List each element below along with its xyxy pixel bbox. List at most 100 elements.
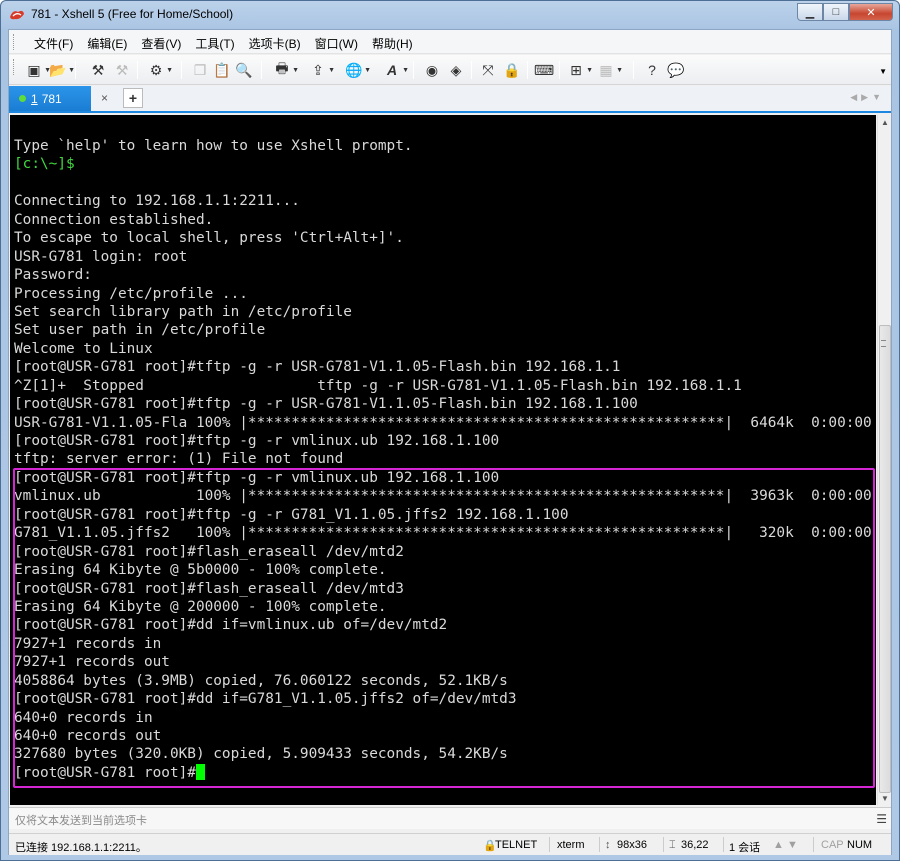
terminal-line: tftp: server error: (1) File not found — [14, 451, 344, 468]
title-bar[interactable]: 781 - Xshell 5 (Free for Home/School) ▁ … — [1, 1, 899, 29]
status-separator — [723, 837, 724, 852]
menu-view[interactable]: 查看(V) — [134, 35, 188, 52]
toolbar-separator — [261, 61, 262, 79]
keyboard-icon[interactable]: ⌨ — [534, 61, 554, 79]
caption-buttons: ▁ □ ✕ — [797, 3, 893, 21]
minimize-button[interactable]: ▁ — [797, 3, 823, 21]
toolbar-separator — [181, 61, 182, 79]
terminal-line: [root@USR-G781 root]#tftp -g -r USR-G781… — [14, 396, 638, 413]
toolbar-overflow-icon[interactable]: ▼ — [879, 67, 887, 76]
xftp-icon[interactable]: ◉ — [423, 61, 441, 79]
tab-number: 1 — [31, 91, 38, 106]
scroll-down-icon[interactable]: ▼ — [878, 791, 892, 805]
reconnect-icon[interactable]: ⚒ — [89, 61, 107, 79]
terminal-line: Type `help' to learn how to use Xshell p… — [14, 138, 413, 154]
find-icon[interactable]: 🔍 — [235, 61, 253, 79]
toolbar-separator — [413, 61, 414, 79]
tab-bar: 1 781 × + ◀▶▼ — [9, 86, 891, 113]
close-icon: ✕ — [866, 6, 876, 19]
size-icon: ↕ — [605, 839, 611, 851]
disconnect-icon[interactable]: ⚒ — [113, 61, 131, 79]
terminal-view[interactable]: Type `help' to learn how to use Xshell p… — [10, 115, 876, 805]
status-size: 98x36 — [617, 839, 647, 851]
toolbar-grip[interactable] — [13, 59, 16, 75]
terminal-line: [c:\~]$ — [14, 156, 75, 173]
new-session-icon[interactable]: ▣ ▼ — [25, 61, 51, 79]
terminal-line: [root@USR-G781 root]#tftp -g -r USR-G781… — [14, 359, 621, 376]
compose-input[interactable]: 仅将文本发送到当前选项卡 — [15, 812, 147, 828]
status-terminal-type: xterm — [557, 839, 585, 851]
close-button[interactable]: ✕ — [849, 3, 893, 21]
cursor-pos-icon: ⌶ — [669, 839, 676, 851]
menu-tab[interactable]: 选项卡(B) — [242, 35, 308, 52]
scrollbar-grip-icon — [881, 340, 886, 347]
terminal-line: ^Z[1]+ Stopped tftp -g -r USR-G781-V1.1.… — [14, 377, 742, 394]
terminal-line: Processing /etc/profile ... — [14, 285, 248, 302]
terminal-line: Connection established. — [14, 211, 214, 228]
client-area: 文件(F) 编辑(E) 查看(V) 工具(T) 选项卡(B) 窗口(W) 帮助(… — [8, 29, 892, 855]
new-tab-button[interactable]: + — [123, 88, 143, 108]
terminal-scrollbar[interactable]: ▲ ▼ — [877, 115, 891, 805]
terminal-line: To escape to local shell, press 'Ctrl+Al… — [14, 230, 404, 247]
tab-close-button[interactable]: × — [101, 91, 108, 105]
terminal-line: USR-G781 login: root — [14, 248, 188, 265]
status-separator — [813, 837, 814, 852]
connected-status-icon — [19, 95, 26, 102]
tab-session-781[interactable]: 1 781 — [9, 86, 91, 111]
toolbar-separator — [559, 61, 560, 79]
font-icon[interactable]: A ▼ — [383, 61, 409, 79]
paste-icon[interactable]: 📋 — [213, 61, 231, 79]
terminal-line: Password: — [14, 267, 92, 284]
lock-icon[interactable]: 🔒 — [503, 61, 521, 79]
status-separator — [599, 837, 600, 852]
minimize-icon: ▁ — [805, 6, 815, 19]
menu-grip[interactable] — [13, 34, 16, 50]
menu-help[interactable]: 帮助(H) — [365, 35, 420, 52]
toolbar-separator — [471, 61, 472, 79]
session-nav-icon[interactable]: ▲ ▼ — [773, 839, 798, 851]
status-separator — [549, 837, 550, 852]
transfer-icon[interactable]: ⇪ ▼ — [309, 61, 335, 79]
menu-list: 文件(F) 编辑(E) 查看(V) 工具(T) 选项卡(B) 窗口(W) 帮助(… — [27, 35, 420, 52]
tab-scroll-arrows-icon[interactable]: ◀▶▼ — [850, 92, 885, 103]
terminal-line: [root@USR-G781 root]#tftp -g -r vmlinux.… — [14, 433, 500, 449]
terminal-line: Connecting to 192.168.1.1:2211... — [14, 193, 300, 210]
status-sessions: 1 会话 — [729, 842, 761, 854]
compose-bar: 仅将文本发送到当前选项卡 ☰ — [9, 807, 891, 829]
menu-file[interactable]: 文件(F) — [27, 35, 80, 52]
highlight-annotation-box — [13, 468, 875, 788]
status-protocol: TELNET — [495, 839, 538, 851]
copy-icon[interactable]: ❐ — [191, 61, 209, 79]
status-cursor-pos: 36,22 — [681, 839, 709, 851]
maximize-icon: □ — [832, 6, 840, 18]
maximize-button[interactable]: □ — [823, 3, 849, 21]
status-connection: 已连接 192.168.1.1:2211。 — [15, 842, 147, 854]
menu-tools[interactable]: 工具(T) — [188, 35, 241, 52]
open-folder-icon[interactable]: 📂 ▼ — [49, 61, 75, 79]
xagent-icon[interactable]: ◈ — [447, 61, 465, 79]
tab-label: 781 — [41, 91, 62, 106]
terminal-line: Set search library path in /etc/profile — [14, 303, 352, 320]
globe-icon[interactable]: 🌐 ▼ — [345, 61, 371, 79]
print-icon[interactable]: 🖶 ▼ — [273, 60, 299, 79]
window-title: 781 - Xshell 5 (Free for Home/School) — [31, 7, 234, 21]
toolbar-separator — [527, 61, 528, 79]
help-icon[interactable]: ? — [643, 61, 661, 79]
toolbar-separator — [633, 61, 634, 79]
status-num: NUM — [847, 839, 873, 851]
toolbar-separator — [137, 61, 138, 79]
menu-bar: 文件(F) 编辑(E) 查看(V) 工具(T) 选项卡(B) 窗口(W) 帮助(… — [9, 30, 891, 54]
compose-icon[interactable]: ⊞ ▼ — [567, 61, 593, 79]
scroll-up-icon[interactable]: ▲ — [878, 115, 892, 129]
compose-menu-icon[interactable]: ☰ — [876, 812, 887, 826]
chat-icon[interactable]: 💬 — [667, 61, 685, 79]
terminal-line: Set user path in /etc/profile — [14, 322, 266, 339]
properties-icon[interactable]: ⚙ ▼ — [147, 61, 173, 79]
scrollbar-thumb[interactable] — [879, 325, 891, 793]
status-caps: CAP — [821, 839, 844, 851]
menu-window[interactable]: 窗口(W) — [308, 35, 365, 52]
layout-icon[interactable]: ▦ ▼ — [597, 61, 623, 79]
fullscreen-icon[interactable]: ⤧ — [479, 61, 497, 79]
menu-edit[interactable]: 编辑(E) — [80, 35, 134, 52]
